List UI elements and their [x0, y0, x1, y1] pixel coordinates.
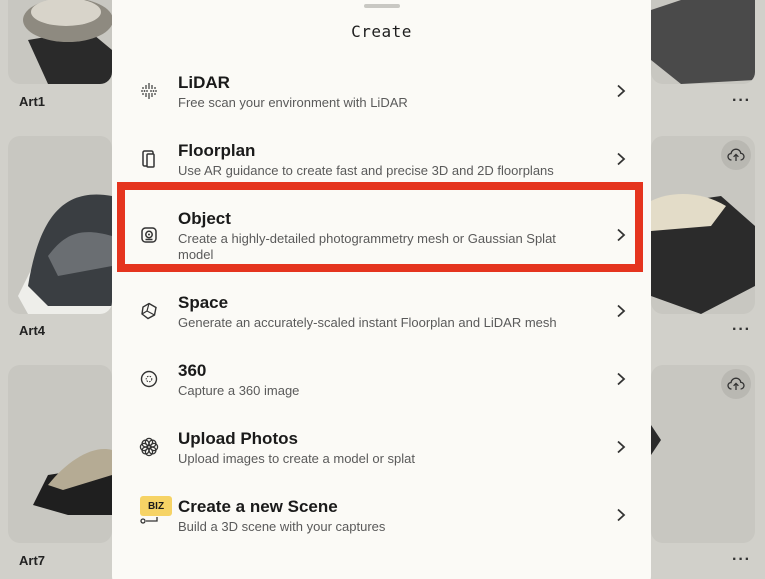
capture-tile[interactable] [651, 365, 755, 543]
more-options-button[interactable]: ··· [732, 321, 751, 339]
menu-item-description: Generate an accurately-scaled instant Fl… [178, 315, 557, 330]
chevron-right-icon [614, 152, 628, 166]
capture-thumbnail [33, 449, 112, 515]
menu-item-upload-photos[interactable]: Upload Photos Upload images to create a … [112, 424, 651, 492]
capture-tile-art4[interactable] [8, 136, 112, 314]
cloud-upload-button[interactable] [721, 369, 751, 399]
menu-item-label: Object [178, 209, 231, 228]
menu-item-label: Create a new Scene [178, 497, 338, 516]
biz-badge: BIZ [140, 496, 172, 516]
menu-item-object[interactable]: Object Create a highly-detailed photogra… [112, 204, 651, 280]
sheet-title: Create [351, 22, 412, 41]
360-icon [136, 366, 162, 392]
capture-name: Art1 [19, 94, 46, 109]
capture-tile-art7[interactable] [8, 365, 112, 543]
menu-item-create-scene[interactable]: BIZ Create a new Scene Build a 3D scene … [112, 492, 651, 560]
scene-icon: BIZ [140, 496, 172, 526]
app-screen: Art1 Art4 Art7 ··· ··· ··· Create LiDAR … [0, 0, 765, 579]
menu-item-label: Upload Photos [178, 429, 298, 448]
chevron-right-icon [614, 304, 628, 318]
menu-item-space[interactable]: Space Generate an accurately-scaled inst… [112, 288, 651, 356]
cloud-upload-icon [727, 377, 745, 390]
menu-item-label: Floorplan [178, 141, 256, 160]
menu-item-description: Upload images to create a model or splat [178, 451, 416, 466]
menu-item-floorplan[interactable]: Floorplan Use AR guidance to create fast… [112, 136, 651, 204]
chevron-right-icon [614, 84, 628, 98]
capture-tile[interactable] [651, 136, 755, 314]
menu-item-description: Create a highly-detailed photogrammetry … [178, 231, 556, 262]
chevron-right-icon [614, 508, 628, 522]
chevron-right-icon [614, 372, 628, 386]
more-options-button[interactable]: ··· [732, 551, 751, 569]
capture-tile-art1[interactable] [8, 0, 112, 84]
menu-item-description: Free scan your environment with LiDAR [178, 95, 408, 110]
lidar-icon [136, 78, 162, 104]
capture-thumbnail [18, 194, 112, 314]
capture-thumbnail [23, 0, 112, 84]
upload-photos-icon [136, 434, 162, 460]
menu-item-label: Space [178, 293, 229, 312]
sheet-grabber[interactable] [364, 4, 400, 8]
menu-item-lidar[interactable]: LiDAR Free scan your environment with Li… [112, 68, 651, 136]
menu-item-label: LiDAR [178, 73, 230, 92]
menu-item-label: 360 [178, 361, 207, 380]
cloud-upload-button[interactable] [721, 140, 751, 170]
menu-item-description: Build a 3D scene with your captures [178, 519, 386, 534]
capture-thumbnail [651, 0, 755, 84]
menu-item-description: Capture a 360 image [178, 383, 300, 398]
cloud-upload-icon [727, 148, 745, 161]
create-sheet: Create LiDAR Free scan your environment … [112, 0, 651, 579]
space-icon [136, 298, 162, 324]
more-options-button[interactable]: ··· [732, 92, 751, 110]
capture-tile[interactable] [651, 0, 755, 84]
menu-item-360[interactable]: 360 Capture a 360 image [112, 356, 651, 424]
capture-name: Art7 [19, 553, 46, 568]
chevron-right-icon [614, 440, 628, 454]
capture-name: Art4 [19, 323, 46, 338]
object-icon [136, 222, 162, 248]
chevron-right-icon [614, 228, 628, 242]
menu-item-description: Use AR guidance to create fast and preci… [178, 163, 554, 178]
floorplan-icon [136, 146, 162, 172]
